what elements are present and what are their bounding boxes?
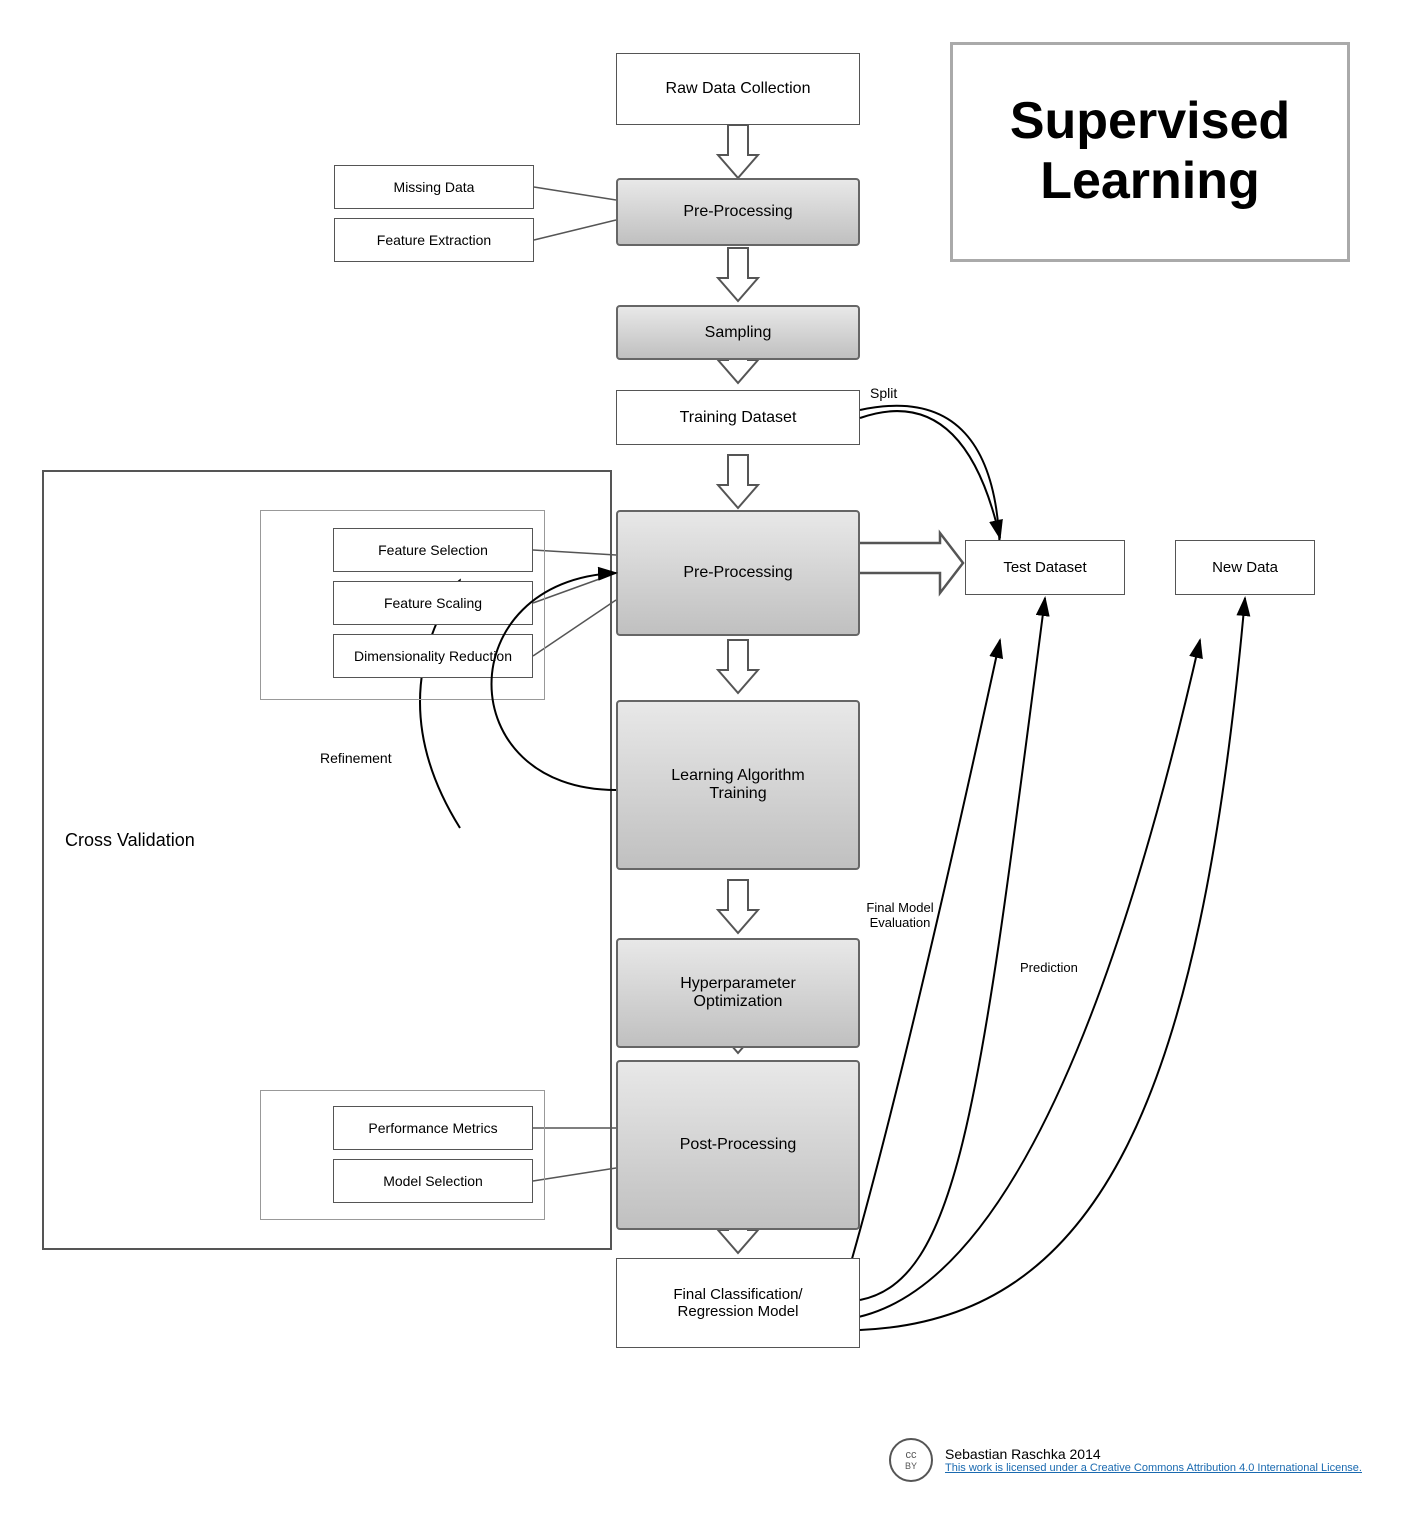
preprocessing1-box: Pre-Processing [616,178,860,246]
raw-data-box: Raw Data Collection [616,53,860,125]
preprocessing2-box: Pre-Processing [616,510,860,636]
post-processing-box: Post-Processing [616,1060,860,1230]
cross-validation-label: Cross Validation [65,830,195,851]
diagram-container: Supervised Learning Raw Data Collection … [0,0,1422,1522]
final-classification-box: Final Classification/ Regression Model [616,1258,860,1348]
new-data-box: New Data [1175,540,1315,595]
test-dataset-box: Test Dataset [965,540,1125,595]
copyright-text: Sebastian Raschka 2014 This work is lice… [945,1446,1362,1474]
cc-icon: cc BY [889,1438,933,1482]
supervised-learning-title: Supervised Learning [950,42,1350,262]
learning-algorithm-box: Learning Algorithm Training [616,700,860,870]
missing-data-box: Missing Data [334,165,534,209]
prediction-label: Prediction [1020,960,1078,975]
sampling-box: Sampling [616,305,860,360]
feature-extraction-box: Feature Extraction [334,218,534,262]
post-side-box [260,1090,545,1220]
copyright-section: cc BY Sebastian Raschka 2014 This work i… [889,1438,1362,1482]
preprocessing-side-box [260,510,545,700]
hyperparameter-box: Hyperparameter Optimization [616,938,860,1048]
split-label: Split [870,385,897,401]
training-dataset-box: Training Dataset [616,390,860,445]
final-model-eval-label: Final Model Evaluation [840,900,960,930]
